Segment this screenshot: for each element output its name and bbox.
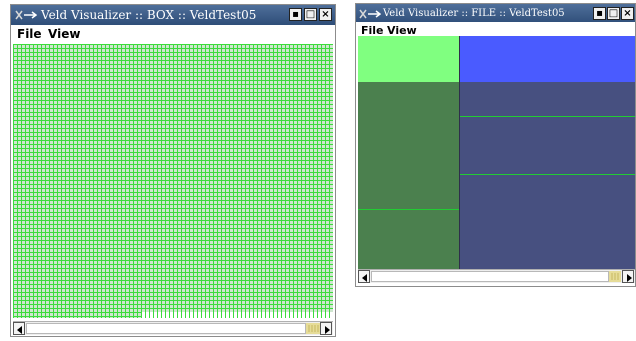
box-grid [13,44,333,312]
minimize-icon[interactable]: ▪ [289,8,302,21]
maximize-icon[interactable]: □ [607,7,620,20]
scroll-right-icon[interactable] [320,322,332,335]
menu-file[interactable]: File [17,26,42,42]
box-window-title: Veld Visualizer :: BOX :: VeldTest05 [41,8,257,22]
box-titlebar[interactable]: Veld Visualizer :: BOX :: VeldTest05 ▪ □… [11,5,335,25]
file-scroll-grip[interactable] [609,271,621,282]
file-divider-blue-1 [460,116,635,117]
scroll-right-icon[interactable] [622,270,634,283]
file-window: Veld Visualizer :: FILE :: VeldTest05 ▪ … [355,3,636,287]
box-menubar: File View [11,25,335,43]
box-scroll-thumb[interactable] [26,323,306,334]
file-titlebar[interactable]: Veld Visualizer :: FILE :: VeldTest05 ▪ … [356,4,635,24]
app-icon [15,10,37,20]
box-grid-bottom-rows [13,312,141,318]
box-grid-canvas[interactable] [13,44,333,320]
file-block-dark-green [358,82,459,269]
menu-view[interactable]: View [48,26,80,42]
file-canvas[interactable] [358,36,635,269]
box-grid-bottom-ticks [141,312,333,318]
file-divider-blue-2 [460,174,635,175]
file-window-title: Veld Visualizer :: FILE :: VeldTest05 [383,8,565,19]
box-scroll-grip[interactable] [306,323,320,334]
maximize-icon[interactable]: □ [304,8,317,21]
close-icon[interactable]: × [319,8,332,21]
box-window: Veld Visualizer :: BOX :: VeldTest05 ▪ □… [10,4,336,337]
file-divider-green [358,209,459,210]
scroll-left-icon[interactable] [358,270,370,283]
file-block-light-green [358,36,459,82]
close-icon[interactable]: × [621,7,634,20]
box-horizontal-scrollbar[interactable] [13,321,333,335]
file-horizontal-scrollbar[interactable] [358,269,635,283]
scroll-left-icon[interactable] [13,322,25,335]
file-scroll-thumb[interactable] [371,271,609,282]
file-block-slate [460,82,635,269]
minimize-icon[interactable]: ▪ [593,7,606,20]
app-icon [359,9,381,19]
file-block-blue [460,36,635,82]
